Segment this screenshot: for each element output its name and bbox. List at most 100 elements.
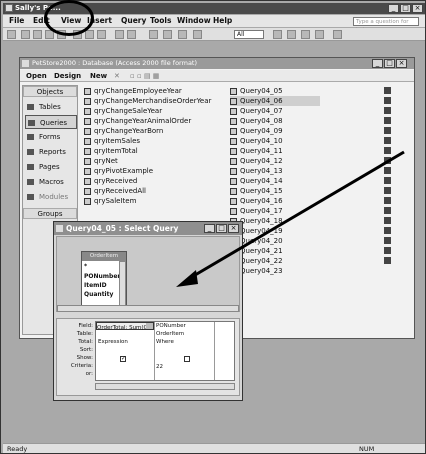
query-list-item[interactable]: qrySaleItem bbox=[84, 196, 224, 206]
query-type-icon[interactable] bbox=[149, 30, 158, 39]
top-values-select[interactable]: All bbox=[234, 30, 264, 39]
save-icon[interactable] bbox=[21, 30, 30, 39]
query-list-item[interactable]: Query04_10 bbox=[230, 136, 320, 146]
query-list-item[interactable]: qryChangeSaleYear bbox=[84, 106, 224, 116]
query-list-item[interactable]: Query04_19 bbox=[230, 226, 320, 236]
groups-header[interactable]: Groups bbox=[23, 208, 77, 219]
query-close-button[interactable]: × bbox=[228, 224, 239, 233]
objects-modules[interactable]: Modules bbox=[25, 190, 77, 204]
query-minimize-button[interactable]: _ bbox=[204, 224, 215, 233]
query-list-item[interactable]: qryChangeMerchandiseOrderYear bbox=[84, 96, 224, 106]
menu-query[interactable]: Query bbox=[121, 16, 146, 25]
database-window-titlebar[interactable]: PetStore2000 : Database (Access 2000 fil… bbox=[20, 58, 414, 69]
query-icon[interactable] bbox=[384, 237, 391, 244]
query-icon[interactable] bbox=[384, 87, 391, 94]
menu-file[interactable]: File bbox=[9, 16, 24, 25]
query-list-item[interactable]: Query04_16 bbox=[230, 196, 320, 206]
redo-icon[interactable] bbox=[127, 30, 136, 39]
print-icon[interactable] bbox=[33, 30, 42, 39]
field-list-item[interactable]: PONumber bbox=[84, 273, 120, 280]
new-button[interactable]: New bbox=[90, 72, 107, 80]
objects-tables[interactable]: Tables bbox=[25, 100, 77, 114]
query-list-item[interactable]: Query04_08 bbox=[230, 116, 320, 126]
query-list-item[interactable]: Query04_20 bbox=[230, 236, 320, 246]
field-list-item[interactable]: ItemID bbox=[84, 282, 107, 289]
show-table-icon[interactable] bbox=[178, 30, 187, 39]
query-list-item[interactable]: Query04_23 bbox=[230, 266, 320, 276]
query-list-item[interactable]: Query04_17 bbox=[230, 206, 320, 216]
query-icon[interactable] bbox=[384, 187, 391, 194]
query-list-item[interactable]: Query04_11 bbox=[230, 146, 320, 156]
query-list-item[interactable]: Query04_06 bbox=[230, 96, 320, 106]
help-search-input[interactable]: Type a question for help bbox=[353, 17, 419, 33]
grid-cell-criteria-2[interactable]: 22 bbox=[156, 364, 214, 370]
query-list-item[interactable]: qryNet bbox=[84, 156, 224, 166]
query-list-item[interactable]: Query04_09 bbox=[230, 126, 320, 136]
query-list-item[interactable]: qryItemSales bbox=[84, 136, 224, 146]
objects-reports[interactable]: Reports bbox=[25, 145, 77, 159]
query-icon[interactable] bbox=[384, 217, 391, 224]
query-icon[interactable] bbox=[384, 157, 391, 164]
menu-help[interactable]: Help bbox=[213, 16, 232, 25]
undo-icon[interactable] bbox=[115, 30, 124, 39]
query-icon[interactable] bbox=[384, 97, 391, 104]
query-list-item[interactable]: qryItemTotal bbox=[84, 146, 224, 156]
show-checkbox-2[interactable] bbox=[184, 356, 190, 362]
maximize-button[interactable]: □ bbox=[400, 4, 411, 13]
run-icon[interactable] bbox=[163, 30, 172, 39]
objects-header[interactable]: Objects bbox=[23, 86, 77, 97]
query-icon[interactable] bbox=[384, 167, 391, 174]
objects-queries[interactable]: Queries bbox=[25, 115, 77, 129]
query-icon[interactable] bbox=[384, 227, 391, 234]
delete-icon[interactable]: ✕ bbox=[114, 72, 120, 80]
query-list-item[interactable]: qryChangeEmployeeYear bbox=[84, 86, 224, 96]
objects-pages[interactable]: Pages bbox=[25, 160, 77, 174]
field-list-scrollbar[interactable] bbox=[119, 261, 126, 306]
query-icon[interactable] bbox=[384, 207, 391, 214]
query-list-item[interactable]: qryReceived bbox=[84, 176, 224, 186]
grid-cell-field-2[interactable]: PONumber bbox=[156, 323, 214, 329]
query-icon[interactable] bbox=[384, 257, 391, 264]
orderitem-table-box[interactable]: OrderItem * PONumber ItemID Quantity bbox=[81, 251, 127, 307]
query-list-item[interactable]: qryReceivedAll bbox=[84, 186, 224, 196]
properties-icon[interactable] bbox=[273, 30, 282, 39]
design-button[interactable]: Design bbox=[54, 72, 81, 80]
query-list-item[interactable]: qryChangeYearBorn bbox=[84, 126, 224, 136]
query-icon[interactable] bbox=[384, 137, 391, 144]
paste-icon[interactable] bbox=[97, 30, 106, 39]
db-close-button[interactable]: × bbox=[396, 59, 407, 68]
grid-cell-total-1[interactable]: Expression bbox=[98, 339, 154, 345]
menu-tools[interactable]: Tools bbox=[150, 16, 171, 25]
query-icon[interactable] bbox=[384, 127, 391, 134]
query-list-item[interactable]: Query04_15 bbox=[230, 186, 320, 196]
copy-icon[interactable] bbox=[85, 30, 94, 39]
query-list-item[interactable]: qryChangeYearAnimalOrder bbox=[84, 116, 224, 126]
query-window-titlebar[interactable]: Query04_05 : Select Query _ □ × bbox=[54, 222, 242, 235]
query-icon[interactable] bbox=[384, 177, 391, 184]
query-list-item[interactable]: qryPivotExample bbox=[84, 166, 224, 176]
build-icon[interactable] bbox=[287, 30, 296, 39]
query-list-item[interactable]: Query04_21 bbox=[230, 246, 320, 256]
new-object-icon[interactable] bbox=[315, 30, 324, 39]
query-list-item[interactable]: Query04_18 bbox=[230, 216, 320, 226]
view-options-icon[interactable]: ▫ ▫ ▤ ▦ bbox=[130, 72, 159, 80]
help-icon[interactable] bbox=[333, 30, 342, 39]
open-button[interactable]: Open bbox=[26, 72, 47, 80]
field-list-item[interactable]: Quantity bbox=[84, 291, 113, 298]
db-minimize-button[interactable]: _ bbox=[372, 59, 383, 68]
totals-icon[interactable] bbox=[193, 30, 202, 39]
view-icon[interactable] bbox=[7, 30, 16, 39]
chevron-down-icon[interactable] bbox=[146, 323, 153, 329]
upper-pane-scrollbar[interactable] bbox=[57, 305, 239, 312]
query-list-item[interactable]: Query04_12 bbox=[230, 156, 320, 166]
objects-forms[interactable]: Forms bbox=[25, 130, 77, 144]
minimize-button[interactable]: _ bbox=[388, 4, 399, 13]
query-list-item[interactable]: Query04_22 bbox=[230, 256, 320, 266]
show-checkbox-1[interactable]: ✓ bbox=[120, 356, 126, 362]
close-button[interactable]: × bbox=[412, 4, 423, 13]
query-icon[interactable] bbox=[384, 117, 391, 124]
query-maximize-button[interactable]: □ bbox=[216, 224, 227, 233]
db-maximize-button[interactable]: □ bbox=[384, 59, 395, 68]
grid-cell-total-2[interactable]: Where bbox=[156, 339, 214, 345]
query-list-item[interactable]: Query04_14 bbox=[230, 176, 320, 186]
